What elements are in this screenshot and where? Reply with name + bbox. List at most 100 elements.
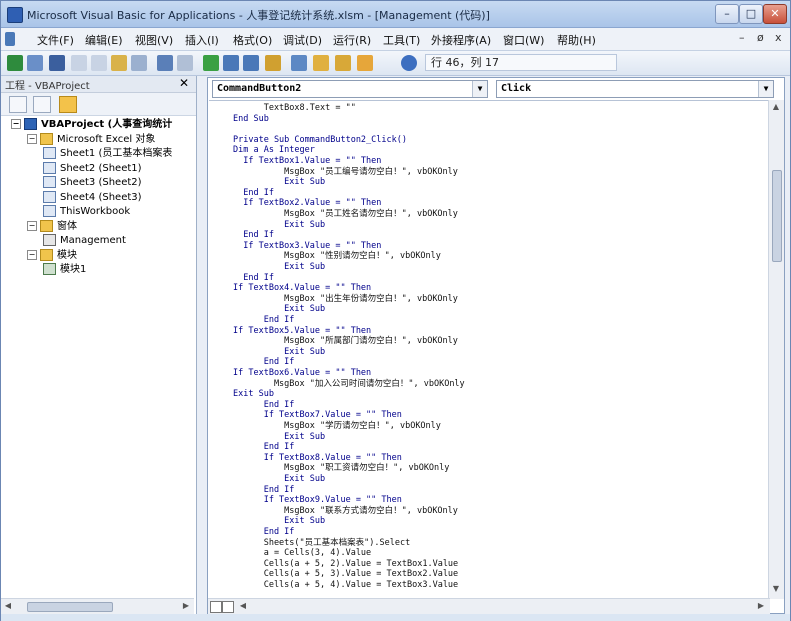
code-line: End If — [233, 357, 295, 368]
scroll-left-icon[interactable]: ◀ — [3, 601, 13, 611]
code-line: If TextBox5.Value = "" Then — [233, 325, 372, 336]
tree-item[interactable]: ThisWorkbook — [43, 205, 130, 219]
code-line: If TextBox6.Value = "" Then — [233, 368, 372, 378]
menu-file[interactable]: 文件(F) — [37, 32, 74, 48]
full-module-view-icon[interactable] — [222, 601, 234, 613]
close-project-pane-button[interactable]: ✕ — [177, 76, 191, 90]
toolbox-icon[interactable] — [357, 55, 373, 71]
view-object-icon[interactable] — [33, 96, 51, 113]
menu-view[interactable]: 视图(V) — [135, 32, 173, 48]
code-line: MsgBox "学历请勿空白！", vbOKOnly — [233, 421, 441, 431]
undo-icon[interactable] — [157, 55, 173, 71]
tree-expander-icon[interactable]: − — [27, 249, 37, 260]
code-vscrollbar[interactable]: ▲ ▼ — [768, 100, 784, 599]
scroll-left-icon[interactable]: ◀ — [238, 601, 248, 611]
tree-item[interactable]: Sheet2 (Sheet1) — [43, 161, 142, 176]
tree-expander-icon[interactable]: − — [27, 133, 37, 144]
toggle-folders-icon[interactable] — [59, 96, 77, 113]
maximize-button[interactable]: □ — [739, 4, 763, 24]
project-tree: − VBAProject (人事查询统计 − Microsoft Excel 对象 Sh… — [1, 118, 194, 588]
insert-userform-icon[interactable] — [27, 55, 43, 71]
scroll-right-icon[interactable]: ▶ — [181, 601, 191, 611]
paste-icon[interactable] — [111, 55, 127, 71]
design-mode-icon[interactable] — [265, 55, 281, 71]
chevron-down-icon[interactable]: ▼ — [472, 81, 487, 97]
object-combo[interactable]: CommandButton2 ▼ — [212, 80, 488, 98]
menu-run[interactable]: 运行(R) — [333, 32, 371, 48]
excel-icon[interactable] — [7, 55, 23, 71]
tree-item[interactable]: − 窗体 — [27, 219, 77, 234]
code-line: End If — [233, 230, 274, 241]
copy-icon[interactable] — [91, 55, 107, 71]
find-icon[interactable] — [131, 55, 147, 71]
scroll-right-icon[interactable]: ▶ — [756, 601, 766, 611]
tree-item[interactable]: Sheet1 (员工基本档案表 — [43, 147, 172, 161]
window-title: Microsoft Visual Basic for Applications … — [27, 9, 490, 22]
redo-icon[interactable] — [177, 55, 193, 71]
mdi-minimize-button[interactable]: – — [739, 31, 745, 44]
tree-item-label: Management — [60, 235, 126, 246]
menu-insert[interactable]: 插入(I) — [185, 32, 219, 48]
code-editor[interactable]: TextBox8.Text = "" End Sub Private Sub Com… — [209, 100, 769, 599]
object-browser-icon[interactable] — [335, 55, 351, 71]
reset-icon[interactable] — [243, 55, 259, 71]
project-hscrollbar[interactable]: ◀ ▶ — [1, 598, 194, 614]
minimize-button[interactable]: – — [715, 4, 739, 24]
menu-format[interactable]: 格式(O) — [233, 32, 272, 48]
code-line: a = Cells(3, 4).Value — [233, 548, 372, 559]
code-line: MsgBox "职工资请勿空白！", vbOKOnly — [233, 463, 450, 474]
project-pane-title: 工程 - VBAProject — [5, 81, 90, 92]
tree-item[interactable]: − Microsoft Excel 对象 — [27, 132, 155, 147]
scroll-up-icon[interactable]: ▲ — [771, 102, 781, 112]
code-line: Exit Sub — [233, 346, 326, 357]
tree-item[interactable]: Sheet4 (Sheet3) — [43, 190, 142, 205]
code-line: If TextBox3.Value = "" Then — [233, 240, 382, 251]
scroll-down-icon[interactable]: ▼ — [771, 584, 781, 594]
close-button[interactable]: ✕ — [763, 4, 787, 24]
code-line: MsgBox "员工姓名请勿空白！", vbOKOnly — [233, 209, 458, 219]
menu-help[interactable]: 帮助(H) — [557, 32, 596, 48]
menu-edit[interactable]: 编辑(E) — [85, 32, 123, 48]
folder-icon — [40, 219, 53, 232]
chevron-down-icon[interactable]: ▼ — [758, 81, 773, 97]
tree-item[interactable]: Sheet3 (Sheet2) — [43, 176, 142, 190]
code-line: End If — [233, 399, 295, 410]
menu-window[interactable]: 窗口(W) — [503, 32, 544, 48]
code-vscroll-thumb[interactable] — [772, 170, 782, 262]
code-line: Exit Sub — [233, 431, 326, 442]
project-hscroll-thumb[interactable] — [27, 602, 113, 612]
tree-item[interactable]: − VBAProject (人事查询统计 — [11, 118, 172, 132]
break-icon[interactable] — [223, 55, 239, 71]
menu-tools[interactable]: 工具(T) — [383, 32, 420, 48]
code-line: MsgBox "出生年份请勿空白！", vbOKOnly — [233, 293, 458, 304]
tree-item[interactable]: 模块1 — [43, 263, 86, 277]
menu-debug[interactable]: 调试(D) — [283, 32, 322, 48]
object-combo-value: CommandButton2 — [217, 83, 302, 94]
mdi-close-button[interactable]: x — [775, 31, 782, 44]
code-line: Private Sub CommandButton2_Click() — [233, 134, 407, 145]
code-line: If TextBox8.Value = "" Then — [233, 452, 402, 463]
save-icon[interactable] — [49, 55, 65, 71]
tree-item[interactable]: − 模块 — [27, 248, 77, 263]
tree-item[interactable]: Management — [43, 234, 126, 248]
properties-icon[interactable] — [313, 55, 329, 71]
project-explorer-icon[interactable] — [291, 55, 307, 71]
code-line: Exit Sub — [233, 516, 326, 527]
procedure-combo[interactable]: Click ▼ — [496, 80, 774, 98]
tree-item-label: ThisWorkbook — [60, 206, 131, 217]
tree-item-label: Sheet3 (Sheet2) — [60, 177, 142, 188]
cut-icon[interactable] — [71, 55, 87, 71]
procedure-view-icon[interactable] — [210, 601, 222, 613]
tree-expander-icon[interactable]: − — [11, 119, 21, 129]
folder-icon — [40, 248, 53, 261]
help-icon[interactable] — [401, 55, 417, 71]
tree-expander-icon[interactable]: − — [27, 220, 37, 231]
run-icon[interactable] — [203, 55, 219, 71]
code-line: Cells(a + 5, 3).Value = TextBox2.Value — [233, 569, 459, 580]
code-line: TextBox8.Text = "" — [233, 103, 356, 113]
view-code-icon[interactable] — [9, 96, 27, 113]
code-hscrollbar[interactable]: ◀ ▶ — [208, 598, 770, 614]
menu-addins[interactable]: 外接程序(A) — [431, 32, 491, 48]
mdi-restore-button[interactable]: ø — [757, 31, 764, 44]
code-line: MsgBox "性别请勿空白！", vbOKOnly — [233, 251, 441, 262]
